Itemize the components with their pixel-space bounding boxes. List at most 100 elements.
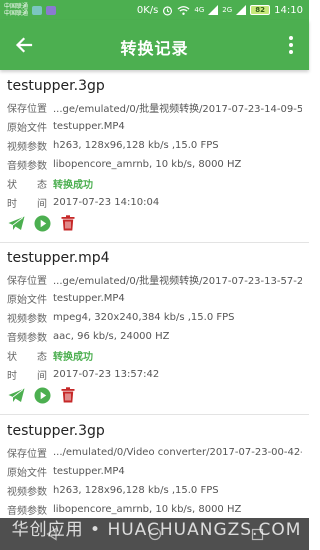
carrier-stack: 中国联通 中国联通: [4, 3, 28, 17]
status-label-b: 态: [37, 352, 47, 363]
delete-icon: [61, 387, 75, 403]
record-actions: [7, 384, 302, 406]
play-icon: [34, 215, 50, 231]
audio-params-label: 音频参数: [7, 333, 47, 344]
save-location-row: 保存位置 ...ge/emulated/0/批量视频转换/2017-07-23-…: [7, 270, 302, 289]
save-location-row: 保存位置 ...ge/emulated/0/批量视频转换/2017-07-23-…: [7, 98, 302, 117]
status-value: 转换成功: [53, 180, 93, 191]
video-params-value: mpeg4, 320x240,384 kb/s ,15.0 FPS: [53, 312, 235, 323]
wifi-icon: [177, 5, 190, 15]
video-params-label: 视频参数: [7, 142, 47, 153]
source-file-value: testupper.MP4: [53, 466, 125, 477]
send-icon: [8, 388, 24, 402]
save-location-label: 保存位置: [7, 104, 47, 115]
signal-icon: [208, 5, 219, 15]
play-button[interactable]: [33, 214, 51, 232]
more-vertical-icon: [289, 36, 293, 40]
record-actions: [7, 212, 302, 234]
status-row: 状 态 转换成功: [7, 174, 302, 193]
network-speed: 0K/s: [136, 4, 159, 16]
time-label: 时 间: [7, 195, 53, 210]
notification-app-icon: [32, 5, 43, 15]
record-title: testupper.mp4: [7, 250, 110, 266]
source-file-value: testupper.MP4: [53, 293, 125, 304]
save-location-label: 保存位置: [7, 449, 47, 460]
audio-params-row: 音频参数 libopencore_amrnb, 10 kb/s, 8000 HZ: [7, 500, 302, 519]
carrier-2: 中国联通: [4, 10, 29, 17]
nav-home-button[interactable]: [142, 524, 168, 544]
status-label-a: 状: [7, 352, 17, 363]
save-location-label: 保存位置: [7, 276, 47, 287]
status-label-b: 态: [37, 180, 47, 191]
source-file-label: 原始文件: [7, 468, 47, 479]
time-row: 时 间 2017-07-23 13:57:42: [7, 365, 302, 384]
time-label-a: 时: [7, 371, 17, 382]
save-location-value: .../emulated/0/Video converter/2017-07-2…: [53, 447, 302, 458]
share-button[interactable]: [7, 386, 25, 404]
overflow-menu-button[interactable]: [281, 33, 301, 57]
more-vertical-icon-dot: [289, 43, 293, 47]
status-bar: 中国联通 中国联通 0K/s 4G 2G 82 14:10: [0, 0, 309, 20]
status-label: 状 态: [7, 348, 53, 363]
video-params-label: 视频参数: [7, 314, 47, 325]
page-title: 转换记录: [120, 39, 189, 58]
status-row: 状 态 转换成功: [7, 346, 302, 365]
record-divider: [0, 242, 309, 243]
audio-params-row: 音频参数 libopencore_amrnb, 10 kb/s, 8000 HZ: [7, 155, 302, 174]
delete-button[interactable]: [59, 386, 77, 404]
video-params-row: 视频参数 h263, 128x96,128 kb/s ,15.0 FPS: [7, 481, 302, 500]
delete-button[interactable]: [59, 214, 77, 232]
delete-icon: [61, 215, 75, 231]
audio-params-label: 音频参数: [7, 506, 47, 517]
nav-back-button[interactable]: [39, 524, 65, 544]
share-button[interactable]: [7, 214, 25, 232]
record-title: testupper.3gp: [7, 78, 105, 94]
signal-label-2: 2G: [222, 6, 233, 14]
source-file-label: 原始文件: [7, 123, 47, 134]
nav-recents-button[interactable]: [245, 524, 271, 544]
time-value: 2017-07-23 13:57:42: [53, 369, 160, 380]
audio-params-value: aac, 96 kb/s, 24000 HZ: [53, 331, 170, 342]
record-card[interactable]: testupper.3gp 保存位置 .../emulated/0/Video …: [0, 419, 309, 519]
audio-params-value: libopencore_amrnb, 10 kb/s, 8000 HZ: [53, 159, 242, 170]
record-card[interactable]: testupper.3gp 保存位置 ...ge/emulated/0/批量视频…: [0, 74, 309, 234]
triangle-back-icon: [45, 527, 57, 541]
video-params-row: 视频参数 mpeg4, 320x240,384 kb/s ,15.0 FPS: [7, 308, 302, 327]
video-params-value: h263, 128x96,128 kb/s ,15.0 FPS: [53, 485, 219, 496]
record-card[interactable]: testupper.mp4 保存位置 ...ge/emulated/0/批量视频…: [0, 246, 309, 406]
source-file-value: testupper.MP4: [53, 121, 125, 132]
source-file-row: 原始文件 testupper.MP4: [7, 462, 302, 481]
record-title: testupper.3gp: [7, 423, 105, 439]
time-value: 2017-07-23 14:10:04: [53, 197, 160, 208]
play-button[interactable]: [33, 386, 51, 404]
notification-app-icon-2: [46, 5, 57, 15]
battery-indicator: 82: [250, 5, 271, 15]
save-location-value: ...ge/emulated/0/批量视频转换/2017-07-23-14-09…: [53, 104, 302, 115]
video-params-row: 视频参数 h263, 128x96,128 kb/s ,15.0 FPS: [7, 136, 302, 155]
source-file-label: 原始文件: [7, 295, 47, 306]
carrier-1: 中国联通: [4, 3, 29, 10]
play-icon: [34, 387, 50, 403]
source-file-row: 原始文件 testupper.MP4: [7, 289, 302, 308]
send-icon: [8, 216, 24, 230]
square-recents-icon: [251, 528, 264, 540]
save-location-row: 保存位置 .../emulated/0/Video converter/2017…: [7, 443, 302, 462]
clock: 14:10: [274, 4, 303, 16]
time-label: 时 间: [7, 367, 53, 382]
time-label-b: 间: [37, 199, 47, 210]
video-params-label: 视频参数: [7, 487, 47, 498]
app-toolbar: 转换记录: [0, 20, 309, 70]
record-divider: [0, 414, 309, 415]
time-label-b: 间: [37, 371, 47, 382]
audio-params-row: 音频参数 aac, 96 kb/s, 24000 HZ: [7, 327, 302, 346]
status-label: 状 态: [7, 176, 53, 191]
audio-params-value: libopencore_amrnb, 10 kb/s, 8000 HZ: [53, 504, 242, 515]
status-label-a: 状: [7, 180, 17, 191]
save-location-value: ...ge/emulated/0/批量视频转换/2017-07-23-13-57…: [53, 276, 302, 287]
system-nav-bar: [0, 518, 309, 550]
status-value: 转换成功: [53, 352, 93, 363]
time-label-a: 时: [7, 199, 17, 210]
status-left: 中国联通 中国联通: [4, 3, 57, 17]
video-params-value: h263, 128x96,128 kb/s ,15.0 FPS: [53, 140, 219, 151]
signal-label-1: 4G: [194, 6, 205, 14]
